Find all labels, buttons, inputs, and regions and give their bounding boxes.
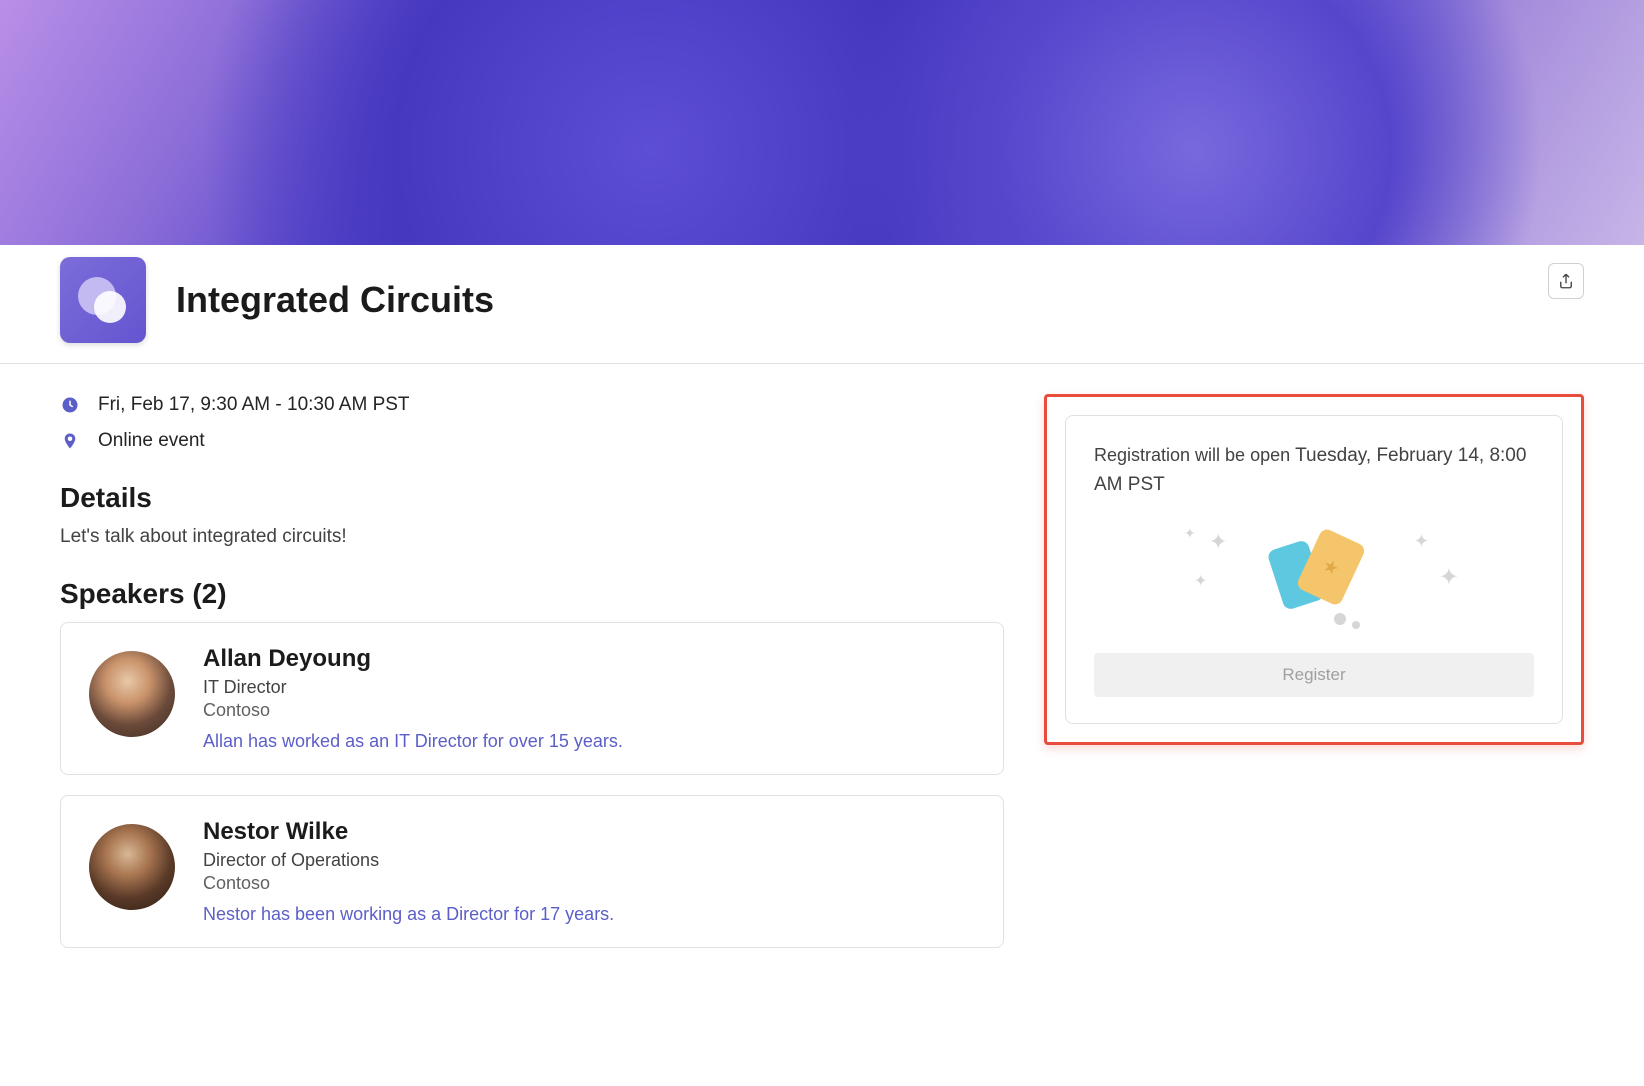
registration-open-text: Registration will be open Tuesday, Febru… bbox=[1094, 442, 1534, 499]
speakers-heading: Speakers (2) bbox=[60, 578, 1004, 610]
register-button[interactable]: Register bbox=[1094, 653, 1534, 697]
speaker-company: Contoso bbox=[203, 873, 975, 894]
details-description: Let's talk about integrated circuits! bbox=[60, 526, 1004, 548]
speaker-name: Allan Deyoung bbox=[203, 645, 975, 673]
speaker-bio: Allan has worked as an IT Director for o… bbox=[203, 731, 975, 752]
event-title: Integrated Circuits bbox=[176, 279, 494, 321]
sparkle-icon: ✦ bbox=[1209, 529, 1227, 555]
event-datetime-row: Fri, Feb 17, 9:30 AM - 10:30 AM PST bbox=[60, 394, 1004, 416]
speaker-company: Contoso bbox=[203, 700, 975, 721]
event-datetime-text: Fri, Feb 17, 9:30 AM - 10:30 AM PST bbox=[98, 394, 410, 416]
side-column: Registration will be open Tuesday, Febru… bbox=[1044, 394, 1584, 968]
location-pin-icon bbox=[60, 431, 80, 451]
sparkle-icon: ✦ bbox=[1184, 525, 1196, 542]
main-column: Fri, Feb 17, 9:30 AM - 10:30 AM PST Onli… bbox=[60, 394, 1004, 968]
sparkle-icon: ✦ bbox=[1414, 531, 1429, 552]
speaker-bio: Nestor has been working as a Director fo… bbox=[203, 904, 975, 925]
tickets-illustration: ✦ ✦ ✦ ✦ ✦ ★ bbox=[1094, 519, 1534, 629]
details-heading: Details bbox=[60, 482, 1004, 514]
dot-icon bbox=[1352, 621, 1360, 629]
event-location-text: Online event bbox=[98, 430, 205, 452]
dot-icon bbox=[1334, 613, 1346, 625]
registration-highlight-box: Registration will be open Tuesday, Febru… bbox=[1044, 394, 1584, 745]
hero-banner bbox=[0, 0, 1644, 245]
event-location-row: Online event bbox=[60, 430, 1004, 452]
speaker-name: Nestor Wilke bbox=[203, 818, 975, 846]
share-icon bbox=[1557, 272, 1575, 290]
speaker-role: Director of Operations bbox=[203, 850, 975, 871]
speaker-card: Allan Deyoung IT Director Contoso Allan … bbox=[60, 622, 1004, 775]
avatar bbox=[89, 824, 175, 910]
clock-icon bbox=[60, 395, 80, 415]
registration-prefix: Registration will be open bbox=[1094, 445, 1295, 465]
share-button[interactable] bbox=[1548, 263, 1584, 299]
registration-panel: Registration will be open Tuesday, Febru… bbox=[1065, 415, 1563, 724]
avatar bbox=[89, 651, 175, 737]
speaker-role: IT Director bbox=[203, 677, 975, 698]
speaker-card: Nestor Wilke Director of Operations Cont… bbox=[60, 795, 1004, 948]
tickets-icon: ★ bbox=[1269, 534, 1359, 614]
sparkle-icon: ✦ bbox=[1194, 571, 1207, 591]
event-header: Integrated Circuits bbox=[0, 245, 1644, 364]
app-logo-icon bbox=[60, 257, 146, 343]
sparkle-icon: ✦ bbox=[1439, 563, 1459, 592]
